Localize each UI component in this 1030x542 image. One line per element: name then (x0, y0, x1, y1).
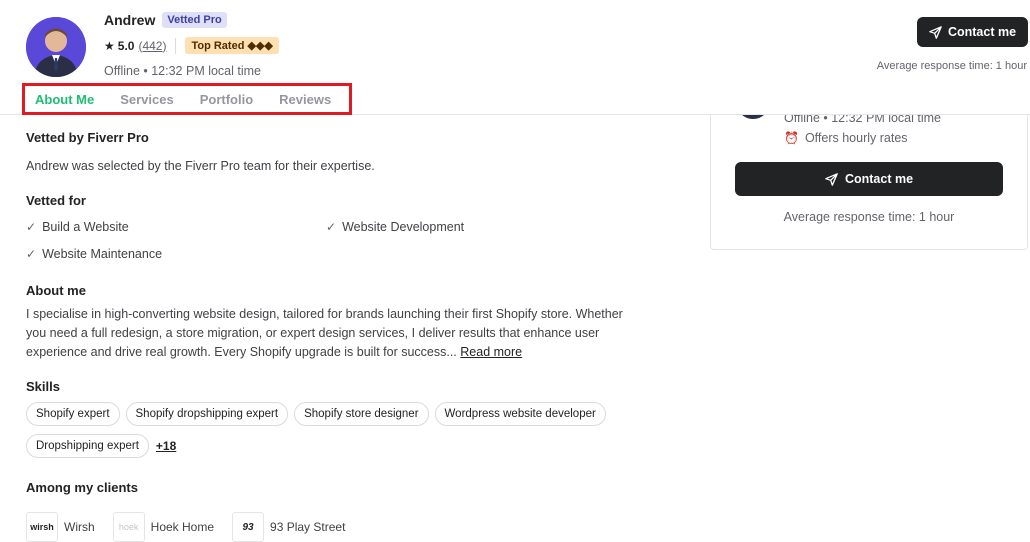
vetted-for-label: Website Development (342, 220, 465, 234)
client-item[interactable]: wirsh Wirsh (26, 512, 95, 542)
profile-tabs: About Me Services Portfolio Reviews (22, 83, 352, 115)
client-name: Wirsh (64, 520, 95, 534)
skill-chip[interactable]: Shopify dropshipping expert (125, 402, 289, 426)
client-logo: hoek (112, 512, 145, 542)
check-icon: ✓ (26, 220, 37, 234)
check-icon: ✓ (326, 220, 337, 234)
vetted-for-item: ✓ Website Development (326, 220, 464, 234)
review-count-link[interactable]: (442) (138, 39, 166, 53)
alarm-clock-icon: ⏰ (784, 131, 799, 145)
skills-title: Skills (26, 379, 60, 394)
client-name: 93 Play Street (270, 520, 346, 534)
tab-reviews[interactable]: Reviews (279, 92, 331, 107)
header-contact-button[interactable]: Contact me (917, 17, 1028, 47)
skill-chip[interactable]: Wordpress website developer (434, 402, 606, 426)
check-icon: ✓ (26, 247, 37, 261)
tab-services[interactable]: Services (120, 92, 174, 107)
clients-title: Among my clients (26, 480, 138, 495)
skill-chip[interactable]: Dropshipping expert (26, 434, 149, 458)
star-icon: ★ (104, 38, 115, 53)
clients-list: wirsh Wirsh hoek Hoek Home 93 93 Play St… (26, 512, 345, 542)
avatar-image (26, 17, 86, 77)
card-hourly-label: Offers hourly rates (804, 131, 908, 145)
send-icon (929, 25, 942, 39)
about-me-title: About me (26, 283, 86, 298)
vetted-title: Vetted by Fiverr Pro (26, 130, 149, 145)
card-contact-label: Contact me (844, 172, 914, 186)
skill-chip[interactable]: Shopify expert (26, 402, 120, 426)
client-logo: 93 (232, 512, 265, 542)
vetted-text: Andrew was selected by the Fiverr Pro te… (26, 159, 375, 173)
vetted-for-item: ✓ Website Maintenance (26, 247, 162, 261)
avatar[interactable] (26, 17, 86, 77)
client-logo: wirsh (26, 512, 58, 542)
seller-name[interactable]: Andrew (104, 12, 155, 28)
client-item[interactable]: 93 93 Play Street (232, 512, 345, 542)
vetted-pro-badge: Vetted Pro (162, 12, 227, 28)
card-hourly-rates: ⏰ Offers hourly rates (784, 131, 908, 145)
online-status: Offline • 12:32 PM local time (104, 64, 261, 78)
more-skills-link[interactable]: +18 (156, 439, 176, 453)
skill-chip[interactable]: Shopify store designer (294, 402, 429, 426)
client-item[interactable]: hoek Hoek Home (112, 512, 215, 542)
client-name: Hoek Home (150, 520, 215, 534)
skills-list: Shopify expert Shopify dropshipping expe… (26, 402, 646, 458)
profile-summary: Andrew Vetted Pro ★ 5.0 (442) Top Rated … (104, 12, 279, 78)
vetted-for-label: Website Maintenance (42, 247, 163, 261)
card-contact-button[interactable]: Contact me (735, 162, 1003, 196)
vetted-for-title: Vetted for (26, 193, 86, 208)
top-rated-badge: Top Rated ◆◆◆ (185, 37, 279, 54)
divider (175, 37, 177, 54)
card-response-time: Average response time: 1 hour (783, 210, 955, 224)
header-contact-label: Contact me (947, 25, 1017, 39)
tab-portfolio[interactable]: Portfolio (200, 92, 253, 107)
tab-about-me[interactable]: About Me (35, 92, 94, 107)
rating-value: 5.0 (117, 38, 135, 53)
profile-header: Andrew Vetted Pro ★ 5.0 (442) Top Rated … (0, 0, 1030, 115)
vetted-for-item: ✓ Build a Website (26, 220, 129, 234)
about-me-text: I specialise in high-converting website … (26, 305, 636, 362)
about-me-body: I specialise in high-converting website … (26, 307, 623, 359)
header-response-time: Average response time: 1 hour (876, 60, 1027, 72)
read-more-link[interactable]: Read more (460, 345, 522, 359)
vetted-for-label: Build a Website (42, 220, 129, 234)
send-icon (825, 172, 838, 186)
